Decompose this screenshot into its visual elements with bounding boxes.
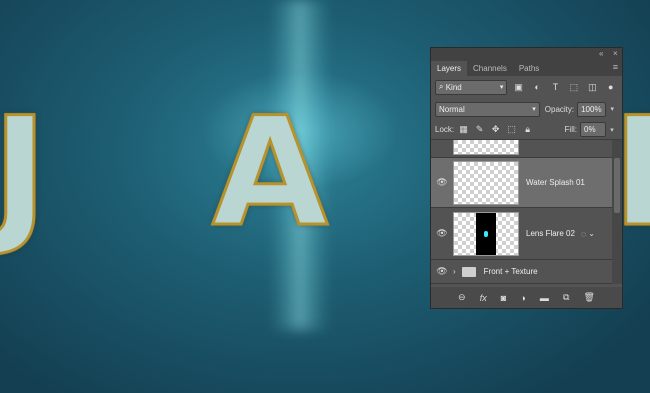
canvas-letter-a: A bbox=[210, 86, 329, 260]
layer-row-front-texture[interactable]: 👁︎ › Front + Texture bbox=[431, 260, 612, 284]
layer-thumbnail bbox=[453, 160, 519, 205]
search-icon: ⌕ bbox=[439, 82, 444, 91]
opacity-input[interactable]: 100% bbox=[577, 101, 607, 117]
blend-mode-value: Normal bbox=[439, 104, 465, 114]
tab-layers[interactable]: Layers bbox=[431, 61, 468, 76]
opacity-dropdown-icon[interactable]: ▾ bbox=[606, 105, 618, 113]
layer-name[interactable]: Water Splash 01 bbox=[526, 178, 585, 187]
layer-row-water-splash-01[interactable]: 👁︎ Water Splash 01 bbox=[431, 158, 612, 208]
canvas-letter-j: J bbox=[0, 86, 49, 260]
panel-menu-icon[interactable]: ≡ bbox=[613, 62, 618, 72]
adjustment-layer-icon[interactable]: ◑ bbox=[520, 293, 525, 303]
layer-name[interactable]: Front + Texture bbox=[484, 267, 538, 276]
tab-channels[interactable]: Channels bbox=[467, 61, 513, 76]
lock-image-icon[interactable]: ✎ bbox=[473, 123, 486, 136]
visibility-eye-icon[interactable]: 👁︎ bbox=[431, 228, 453, 239]
layer-thumbnail bbox=[453, 211, 519, 256]
collapse-icon[interactable]: « bbox=[599, 49, 603, 58]
new-layer-icon[interactable]: ⧉ bbox=[563, 292, 569, 303]
shape-filter-icon[interactable]: ⬚ bbox=[567, 80, 581, 95]
layers-panel: « × Layers Channels Paths ≡ ⌕ Kind ▾ ▣ ◐… bbox=[430, 47, 623, 309]
lock-transparent-icon[interactable]: ▦ bbox=[457, 123, 470, 136]
filter-kind-label: Kind bbox=[445, 82, 462, 92]
layer-thumbnail bbox=[453, 140, 519, 155]
chevron-down-icon: ▾ bbox=[499, 84, 504, 91]
add-mask-icon[interactable]: ◙ bbox=[501, 293, 506, 303]
lock-label: Lock: bbox=[435, 125, 455, 134]
image-filter-icon[interactable]: ▣ bbox=[511, 80, 525, 95]
fill-input[interactable]: 0% bbox=[580, 122, 606, 137]
adjustment-filter-icon[interactable]: ◐ bbox=[530, 80, 544, 95]
tab-paths[interactable]: Paths bbox=[513, 61, 545, 76]
fill-value: 0% bbox=[584, 125, 596, 134]
delete-layer-icon[interactable]: 🗑︎ bbox=[583, 292, 594, 303]
panel-tabs: Layers Channels Paths ≡ bbox=[431, 59, 622, 76]
opacity-value: 100% bbox=[581, 104, 602, 114]
scrollbar-thumb[interactable] bbox=[614, 158, 620, 213]
opacity-label: Opacity: bbox=[544, 104, 575, 114]
link-layers-icon[interactable]: ⊖ bbox=[458, 292, 466, 303]
panel-title-bar[interactable]: « × bbox=[431, 48, 622, 59]
type-filter-icon[interactable]: T bbox=[548, 80, 562, 95]
smart-object-filter-icon[interactable]: ◫ bbox=[585, 80, 599, 95]
filter-toggle-icon[interactable]: ● bbox=[604, 80, 618, 95]
layers-list: 👁︎ Water Splash 01 👁︎ Lens Flare 02 ◌ ⌄ … bbox=[431, 140, 622, 284]
fx-icon[interactable]: fx bbox=[480, 293, 487, 303]
blend-row: Normal ▾ Opacity: 100% ▾ bbox=[431, 98, 622, 120]
layers-scrollbar[interactable] bbox=[612, 140, 622, 284]
visibility-eye-icon[interactable]: 👁︎ bbox=[431, 177, 453, 188]
chevron-down-icon[interactable]: ⌄ bbox=[588, 229, 595, 238]
chevron-right-icon[interactable]: › bbox=[453, 267, 456, 276]
chevron-down-icon: ▾ bbox=[532, 106, 536, 113]
fill-dropdown-icon[interactable]: ▾ bbox=[606, 126, 618, 134]
new-group-icon[interactable]: ▬ bbox=[540, 293, 549, 303]
layer-row-partial[interactable] bbox=[431, 140, 612, 158]
smart-filter-icon[interactable]: ◌ bbox=[581, 229, 586, 239]
filter-row: ⌕ Kind ▾ ▣ ◐ T ⬚ ◫ ● bbox=[431, 76, 622, 98]
filter-kind-select[interactable]: ⌕ Kind ▾ bbox=[435, 79, 508, 95]
lock-all-icon[interactable]: 🔒︎ bbox=[521, 123, 534, 136]
visibility-eye-icon[interactable]: 👁︎ bbox=[431, 266, 453, 277]
fill-label: Fill: bbox=[564, 125, 577, 134]
lock-row: Lock: ▦ ✎ ✥ ⬚ 🔒︎ Fill: 0% ▾ bbox=[431, 120, 622, 140]
layer-name[interactable]: Lens Flare 02 bbox=[526, 229, 575, 238]
layer-row-lens-flare-02[interactable]: 👁︎ Lens Flare 02 ◌ ⌄ bbox=[431, 208, 612, 260]
layers-bottom-bar: ⊖ fx ◙ ◑ ▬ ⧉ 🗑︎ bbox=[431, 287, 622, 308]
folder-icon bbox=[461, 266, 476, 277]
flare-spark bbox=[484, 230, 488, 237]
close-icon[interactable]: × bbox=[613, 49, 618, 58]
lock-artboard-icon[interactable]: ⬚ bbox=[505, 123, 518, 136]
blend-mode-select[interactable]: Normal ▾ bbox=[435, 101, 540, 117]
lock-position-icon[interactable]: ✥ bbox=[489, 123, 502, 136]
